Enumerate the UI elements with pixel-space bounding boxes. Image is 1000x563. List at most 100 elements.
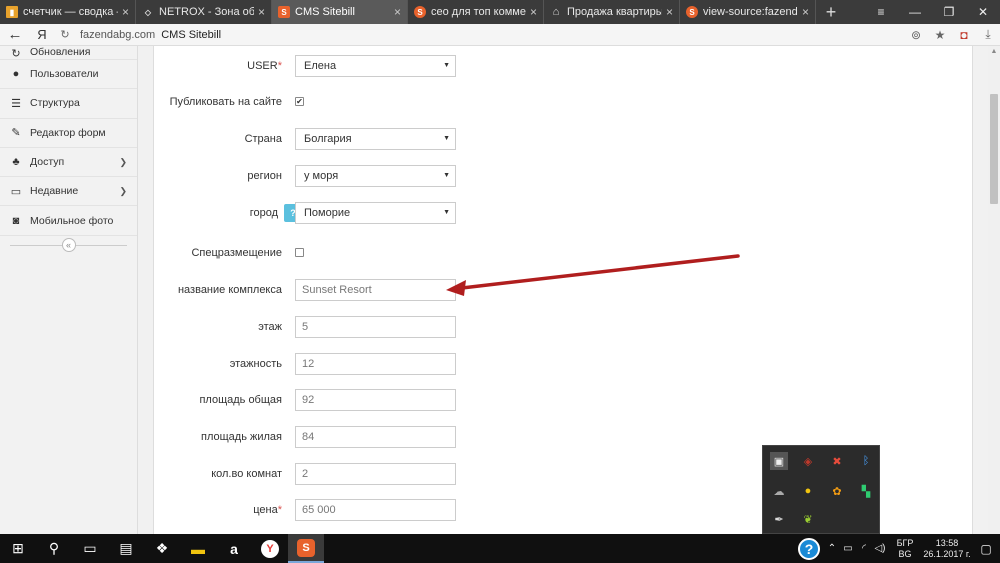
form-row-floors: этажность 12 bbox=[154, 353, 554, 375]
sidebar-item-label: Доступ bbox=[30, 156, 65, 169]
battery-icon[interactable]: ▭ bbox=[840, 543, 856, 554]
cloud-icon[interactable]: ☁ bbox=[770, 482, 788, 500]
help-question-icon[interactable]: ? bbox=[798, 537, 820, 560]
sidebar-item-label: Пользователи bbox=[30, 68, 99, 81]
url-text[interactable]: fazendabg.com bbox=[80, 29, 155, 41]
maximize-icon[interactable]: ❐ bbox=[932, 0, 966, 24]
sidebar-item-access[interactable]: ♣ Доступ ❯ bbox=[0, 148, 137, 178]
country-select[interactable]: Болгария bbox=[295, 128, 456, 150]
sidebar-item-updates[interactable]: ↻ Обновления bbox=[0, 46, 137, 60]
new-tab-button[interactable]: + bbox=[816, 0, 846, 24]
annotation-arrow bbox=[446, 254, 740, 296]
form-row-publish: Публиковать на сайте ✔ bbox=[154, 91, 554, 113]
reload-icon[interactable]: ↻ bbox=[54, 28, 76, 41]
taskbar-tray: ? ⌃ ▭ ◜ ◁) БГР BG 13:58 26.1.2017 г. ▢ bbox=[798, 534, 1000, 563]
window-controls: ≡ — ❐ ✕ bbox=[864, 0, 1000, 24]
address-actions: ⊚ ★ ◘ ⤓ bbox=[904, 27, 1000, 42]
tray-window-icon[interactable]: ▣ bbox=[770, 452, 788, 470]
sidebar-item-mobile-photo[interactable]: ◙ Мобильное фото bbox=[0, 206, 137, 236]
user-icon: ● bbox=[12, 68, 20, 81]
sidebar-item-users[interactable]: ● Пользователи bbox=[0, 60, 137, 90]
browser-tab[interactable]: ◇ NETROX - Зона общения × bbox=[136, 0, 272, 24]
dropbox-icon[interactable]: ❖ bbox=[144, 534, 180, 563]
form-row-floor: этаж 5 bbox=[154, 316, 554, 338]
tray-warning-icon[interactable]: ● bbox=[799, 482, 817, 500]
yandex-button[interactable]: Я bbox=[30, 27, 54, 42]
extension-icon[interactable]: ◘ bbox=[952, 28, 976, 42]
region-select[interactable]: у моря bbox=[295, 165, 456, 187]
browser-tab[interactable]: S view-source:fazendabg.co × bbox=[680, 0, 816, 24]
price-input[interactable]: 65 000 bbox=[295, 499, 456, 521]
search-icon[interactable]: ⚲ bbox=[36, 534, 72, 563]
windows-start-icon[interactable]: ⊞ bbox=[0, 534, 36, 563]
download-icon[interactable]: ⤓ bbox=[976, 27, 1000, 42]
browser-tab[interactable]: ⌂ Продажа квартиры в Бол × bbox=[544, 0, 680, 24]
field-label: регион bbox=[247, 170, 282, 182]
sidebar-item-structure[interactable]: ☰ Структура bbox=[0, 89, 137, 119]
chevron-up-icon[interactable]: ⌃ bbox=[824, 543, 840, 554]
close-icon[interactable]: × bbox=[258, 5, 265, 19]
tray-pen-icon[interactable]: ✒ bbox=[770, 510, 788, 528]
close-icon[interactable]: × bbox=[666, 5, 673, 19]
list-icon: ☰ bbox=[11, 97, 21, 110]
browser-tab-active[interactable]: S CMS Sitebill × bbox=[272, 0, 408, 24]
sidebar-item-recent[interactable]: ▭ Недавние ❯ bbox=[0, 177, 137, 207]
browser-tab[interactable]: S сео для топ коммерческ × bbox=[408, 0, 544, 24]
collapse-button[interactable]: « bbox=[61, 237, 76, 252]
folder-icon[interactable]: ▬ bbox=[180, 534, 216, 563]
clock[interactable]: 13:58 26.1.2017 г. bbox=[922, 538, 972, 560]
task-view-icon[interactable]: ▭ bbox=[72, 534, 108, 563]
yandex-browser-icon[interactable]: Y bbox=[252, 534, 288, 563]
page-scrollbar[interactable]: ▲ bbox=[988, 46, 1000, 534]
refresh-icon: ↻ bbox=[11, 47, 21, 60]
skype-icon[interactable]: S bbox=[288, 534, 324, 563]
monitor-icon: ▭ bbox=[10, 185, 22, 198]
back-arrow-icon[interactable]: ← bbox=[0, 26, 30, 43]
protect-icon[interactable]: ⊚ bbox=[904, 28, 928, 42]
rooms-input[interactable]: 2 bbox=[295, 463, 456, 485]
notifications-icon[interactable]: ▢ bbox=[972, 542, 1000, 556]
wifi-icon[interactable]: ◜ bbox=[856, 543, 872, 554]
tab-title: счетчик — сводка — Янд bbox=[23, 6, 118, 18]
scroll-up-icon[interactable]: ▲ bbox=[988, 46, 1000, 58]
close-icon[interactable]: × bbox=[394, 5, 401, 19]
field-label: кол.во комнат bbox=[211, 468, 282, 480]
volume-icon[interactable]: ◁) bbox=[872, 543, 888, 554]
scroll-thumb[interactable] bbox=[990, 94, 998, 204]
address-bar: ← Я ↻ fazendabg.com CMS Sitebill ⊚ ★ ◘ ⤓ bbox=[0, 24, 1000, 46]
sidebar-item-label: Редактор форм bbox=[30, 126, 106, 139]
sidebar-item-form-editor[interactable]: ✎ Редактор форм bbox=[0, 119, 137, 148]
floor-input[interactable]: 5 bbox=[295, 316, 456, 338]
tray-colors-icon[interactable]: ▚ bbox=[857, 482, 875, 500]
tray-app-icon[interactable]: ✿ bbox=[828, 482, 846, 500]
complex-name-input[interactable]: Sunset Resort bbox=[295, 279, 456, 301]
floors-input[interactable]: 12 bbox=[295, 353, 456, 375]
tray-mute-icon[interactable]: ✖ bbox=[828, 452, 846, 470]
tray-shield-icon[interactable]: ◈ bbox=[799, 452, 817, 470]
language-indicator[interactable]: БГР BG bbox=[894, 538, 916, 560]
special-placement-checkbox[interactable] bbox=[295, 248, 304, 257]
field-label: Спецразмещение bbox=[191, 247, 282, 259]
sidebar-collapse: « bbox=[0, 236, 137, 254]
close-icon[interactable]: × bbox=[802, 5, 809, 19]
user-select[interactable]: Елена bbox=[295, 55, 456, 77]
city-select[interactable]: Поморие bbox=[295, 202, 456, 224]
menu-icon[interactable]: ≡ bbox=[864, 0, 898, 24]
amazon-icon[interactable]: a bbox=[216, 534, 252, 563]
publish-checkbox[interactable]: ✔ bbox=[295, 97, 304, 106]
tray-leaf-icon[interactable]: ❦ bbox=[799, 510, 817, 528]
area-total-input[interactable]: 92 bbox=[295, 389, 456, 411]
bookmark-star-icon[interactable]: ★ bbox=[928, 28, 952, 42]
minimize-icon[interactable]: — bbox=[898, 0, 932, 24]
edit-icon: ✎ bbox=[11, 127, 21, 140]
area-living-input[interactable]: 84 bbox=[295, 426, 456, 448]
browser-tab[interactable]: ▮ счетчик — сводка — Янд × bbox=[0, 0, 136, 24]
close-icon[interactable]: × bbox=[122, 5, 129, 19]
close-icon[interactable]: ✕ bbox=[966, 0, 1000, 24]
bluetooth-icon[interactable]: ᛒ bbox=[857, 452, 875, 470]
store-icon[interactable]: ▤ bbox=[108, 534, 144, 563]
field-label: цена* bbox=[253, 504, 282, 516]
form-row-country: Страна Болгария bbox=[154, 128, 554, 150]
system-tray-overflow: ▣ ◈ ✖ ᛒ ☁ ● ✿ ▚ ✒ ❦ bbox=[762, 445, 880, 534]
close-icon[interactable]: × bbox=[530, 5, 537, 19]
